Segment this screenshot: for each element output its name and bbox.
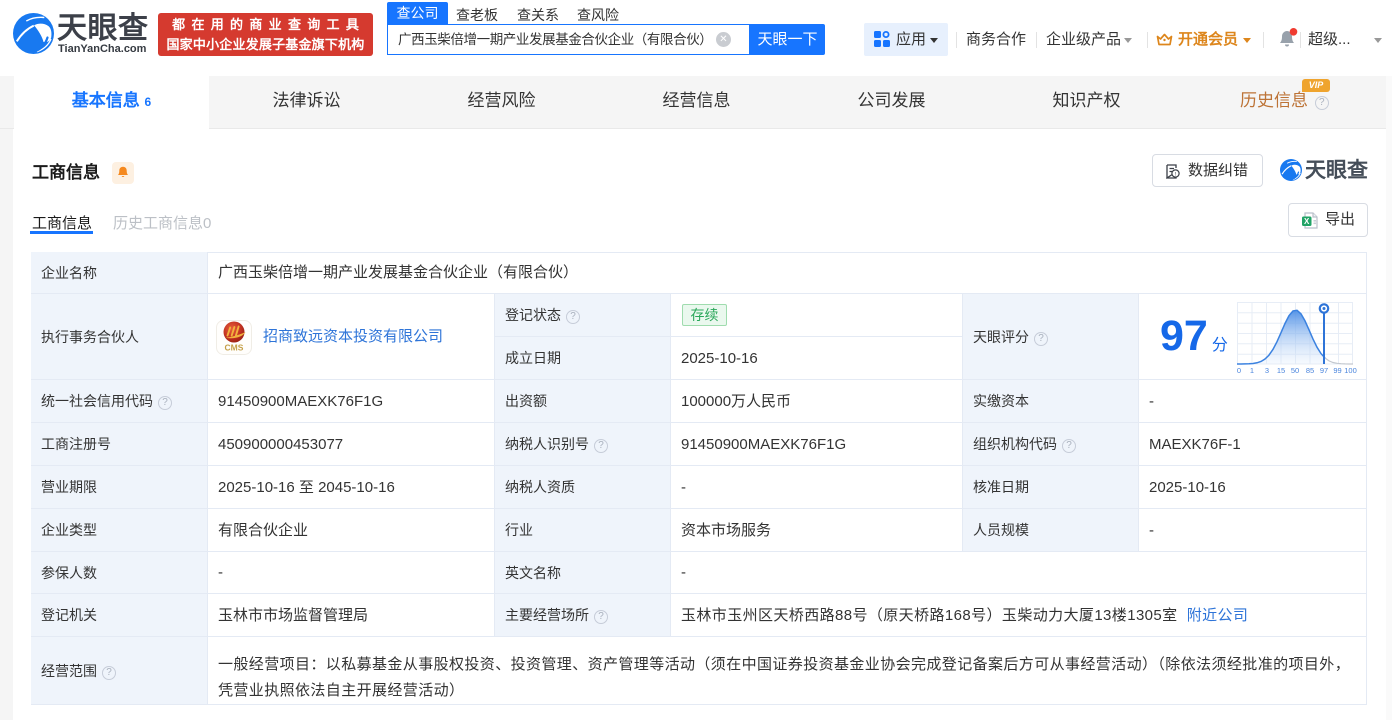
svg-text:100: 100 — [1344, 366, 1357, 375]
svg-text:X: X — [1304, 217, 1310, 226]
svg-text:0: 0 — [1237, 366, 1241, 375]
svg-text:15: 15 — [1277, 366, 1285, 375]
svg-text:CMS: CMS — [225, 343, 244, 353]
svg-text:50: 50 — [1291, 366, 1299, 375]
svg-text:85: 85 — [1306, 366, 1314, 375]
svg-text:1: 1 — [1250, 366, 1254, 375]
svg-text:97: 97 — [1320, 366, 1328, 375]
svg-text:3: 3 — [1265, 366, 1269, 375]
svg-text:99: 99 — [1333, 366, 1341, 375]
